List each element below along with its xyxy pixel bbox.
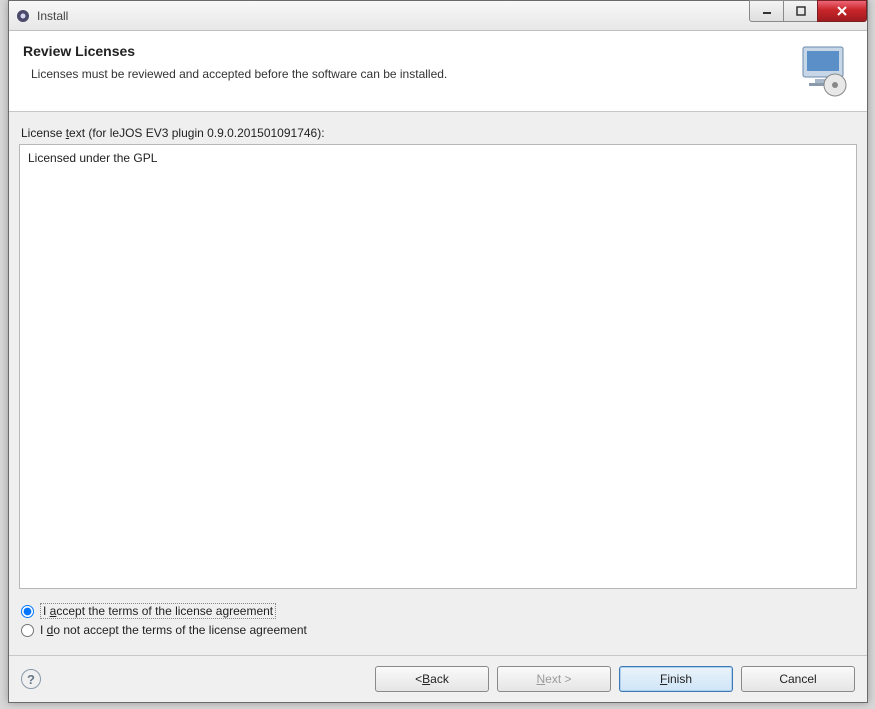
page-title: Review Licenses	[23, 43, 447, 59]
next-button: Next >	[497, 666, 611, 692]
license-text-area[interactable]: Licensed under the GPL	[19, 144, 857, 589]
license-body: Licensed under the GPL	[28, 151, 157, 165]
close-button[interactable]	[817, 0, 867, 22]
license-text-label: License text (for leJOS EV3 plugin 0.9.0…	[21, 126, 857, 140]
wizard-header: Review Licenses Licenses must be reviewe…	[9, 31, 867, 112]
minimize-button[interactable]	[749, 0, 783, 22]
app-icon	[15, 8, 31, 24]
decline-radio[interactable]	[21, 624, 34, 637]
button-bar: < Back Next > Finish Cancel	[375, 666, 855, 692]
accept-radio[interactable]	[21, 605, 34, 618]
titlebar: Install	[9, 1, 867, 31]
page-subtitle: Licenses must be reviewed and accepted b…	[31, 67, 447, 81]
finish-button[interactable]: Finish	[619, 666, 733, 692]
back-button[interactable]: < Back	[375, 666, 489, 692]
install-icon	[795, 43, 853, 99]
content-area: License text (for leJOS EV3 plugin 0.9.0…	[9, 112, 867, 655]
window-controls	[749, 1, 867, 30]
install-dialog: Install Review Licenses Licenses must be…	[8, 0, 868, 703]
accept-radio-row[interactable]: I accept the terms of the license agreem…	[21, 603, 855, 619]
cancel-button[interactable]: Cancel	[741, 666, 855, 692]
decline-radio-label: I do not accept the terms of the license…	[40, 623, 307, 637]
decline-radio-row[interactable]: I do not accept the terms of the license…	[21, 623, 855, 637]
wizard-footer: ? < Back Next > Finish Cancel	[9, 655, 867, 702]
license-acceptance-group: I accept the terms of the license agreem…	[21, 599, 855, 641]
help-icon[interactable]: ?	[21, 669, 41, 689]
accept-radio-label: I accept the terms of the license agreem…	[40, 603, 276, 619]
maximize-button[interactable]	[783, 0, 817, 22]
window-title: Install	[37, 9, 68, 23]
